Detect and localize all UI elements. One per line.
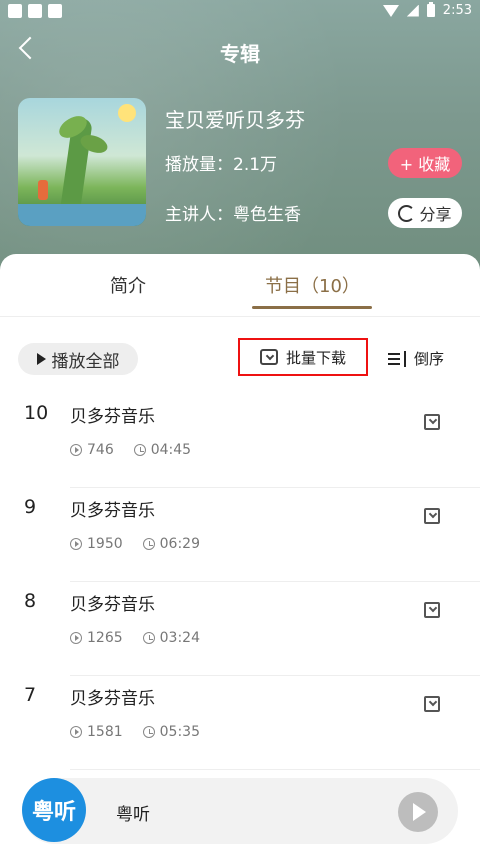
content-panel: 简介 节目（10） 播放全部 批量下载 倒序 10 贝多芬音乐 746 04:4… [0,254,480,855]
share-button[interactable]: 分享 [388,198,462,228]
episode-plays-value: 1581 [87,724,123,740]
clock-icon [142,726,155,738]
download-icon[interactable] [424,414,440,430]
favorite-button[interactable]: + 收藏 [388,148,462,178]
episode-title: 贝多芬音乐 [70,407,155,427]
mini-player-play-icon[interactable] [398,792,438,832]
sort-label: 倒序 [414,350,445,368]
episode-duration: 04:45 [133,442,192,458]
episode-number: 9 [24,496,37,518]
cover-child [38,180,48,200]
episode-meta: 1265 03:24 [70,630,200,646]
list-item[interactable]: 9 贝多芬音乐 1950 06:29 [0,488,480,582]
page-title: 专辑 [220,42,260,66]
system-icons: 2:53 [382,2,472,18]
mini-player-title: 粤听 [116,805,150,825]
notification-icon [48,4,62,18]
share-icon [398,204,416,222]
clock-icon [142,632,155,644]
mini-player[interactable] [22,778,458,844]
favorite-label: + 收藏 [399,155,451,174]
battery-icon [426,2,435,17]
signal-icon [406,4,419,17]
episode-plays: 1581 [70,724,123,740]
tab-divider [0,316,480,317]
episode-plays: 1265 [70,630,123,646]
play-all-label: 播放全部 [51,351,120,372]
notification-icons [8,4,62,18]
wifi-icon [382,4,399,17]
speaker-name: 主讲人：粤色生香 [165,205,301,225]
list-item[interactable]: 10 贝多芬音乐 746 04:45 [0,394,480,488]
episode-duration-value: 04:45 [150,442,192,458]
tab-episodes[interactable]: 节目（10） [265,272,360,298]
cover-sun [118,104,136,122]
play-icon [36,353,46,365]
episode-meta: 1950 06:29 [70,536,200,552]
episode-duration: 06:29 [142,536,200,552]
episode-title: 贝多芬音乐 [70,595,155,615]
app-logo: 粤听 [22,778,86,842]
episode-duration-value: 03:24 [159,630,200,646]
status-time: 2:53 [442,3,472,18]
cover-water [18,204,146,226]
play-count-icon [70,538,82,550]
episode-duration-value: 05:35 [159,724,200,740]
episode-title: 贝多芬音乐 [70,689,155,709]
notification-icon [28,4,42,18]
batch-download-label: 批量下载 [285,348,346,367]
episode-number: 7 [24,684,37,706]
episode-title: 贝多芬音乐 [70,501,155,521]
active-tab-indicator [252,306,372,309]
episode-plays-value: 1950 [87,536,123,552]
episode-plays-value: 746 [87,442,114,458]
play-count-icon [70,632,82,644]
download-icon[interactable] [424,696,440,712]
episode-number: 8 [24,590,37,612]
download-list-icon [259,349,278,365]
episode-list: 10 贝多芬音乐 746 04:45 9 贝多芬音乐 1950 06:29 8 … [0,394,480,770]
episode-meta: 1581 05:35 [70,724,200,740]
episode-plays: 1950 [70,536,123,552]
episode-duration-value: 06:29 [159,536,200,552]
play-count: 播放量：2.1万 [165,155,278,175]
episode-meta: 746 04:45 [70,442,191,458]
album-title: 宝贝爱听贝多芬 [165,108,305,132]
batch-download-button[interactable]: 批量下载 [238,338,368,376]
clock-icon [133,444,146,456]
download-icon[interactable] [424,602,440,618]
episode-plays-value: 1265 [87,630,123,646]
notification-icon [8,4,22,18]
episode-number: 10 [24,402,49,424]
play-count-icon [70,726,82,738]
play-all-button[interactable]: 播放全部 [18,343,138,375]
list-item[interactable]: 7 贝多芬音乐 1581 05:35 [0,676,480,770]
clock-icon [142,538,155,550]
tab-intro[interactable]: 简介 [110,272,146,298]
download-icon[interactable] [424,508,440,524]
status-bar: 2:53 [0,0,480,24]
play-count-icon [70,444,82,456]
list-divider [70,769,480,770]
album-cover-image [18,98,146,226]
list-item[interactable]: 8 贝多芬音乐 1265 03:24 [0,582,480,676]
episode-duration: 03:24 [142,630,200,646]
episode-duration: 05:35 [142,724,200,740]
share-label: 分享 [419,205,452,224]
episode-plays: 746 [70,442,114,458]
sort-icon [388,350,406,367]
sort-button[interactable]: 倒序 [388,348,444,369]
